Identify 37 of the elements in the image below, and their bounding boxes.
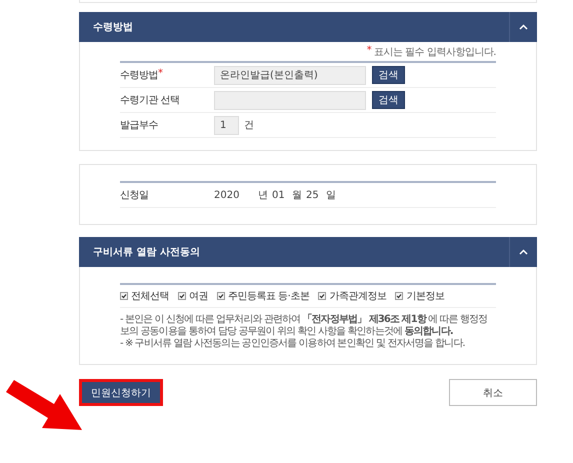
required-note: 표시는 필수 입력사항입니다. (374, 47, 496, 58)
checkbox-label: 주민등록표 등·초본 (228, 290, 310, 303)
date-unit: 일 (326, 189, 337, 202)
checkbox[interactable] (217, 292, 225, 300)
consent-note: - 본인은 이 신청에 따른 업무처리와 관련하여 「전자정부법」 제36조 제1항 에 따른 행정정보의 공동이용을 통하여 담당 공무원이 위의 확인 사항을 확인하는것에 동의합니다. (120, 314, 488, 338)
collapse-icon (519, 249, 528, 255)
cancel-button[interactable]: 취소 (449, 379, 537, 406)
pointer-arrow-icon (4, 378, 84, 433)
date-value: 2020 (214, 190, 240, 200)
field-label: 수령방법* (120, 68, 164, 82)
checkbox[interactable] (318, 292, 326, 300)
date-value: 01 (272, 190, 286, 200)
checkbox-label: 여권 (189, 290, 208, 303)
checkbox[interactable] (178, 292, 186, 300)
section-title: 수령방법 (92, 21, 133, 34)
field-label: 발급부수 (120, 119, 159, 132)
required-mark: * (366, 45, 372, 56)
unit-label: 건 (244, 119, 254, 132)
field-label: 수령기관 선택 (120, 94, 181, 107)
input-field[interactable] (214, 90, 366, 110)
date-unit: 월 (292, 189, 303, 202)
consent-note: - ※ 구비서류 열람 사전동의는 공인인증서를 이용하여 본인확인 및 전자서명을 합니다. (120, 338, 466, 350)
search-button[interactable]: 검색 (372, 91, 405, 109)
input-field[interactable]: 온라인발급(본인출력) (214, 66, 366, 84)
input-field[interactable]: 1 (214, 116, 239, 134)
submit-button[interactable]: 민원신청하기 (79, 379, 163, 406)
checkbox-label: 전체선택 (131, 290, 169, 303)
checkbox-label: 가족관계정보 (329, 290, 386, 303)
section-title: 구비서류 열람 사전동의 (92, 246, 200, 259)
search-button[interactable]: 검색 (372, 66, 405, 84)
field-label: 신청일 (120, 189, 150, 202)
collapse-icon (519, 24, 528, 30)
checkbox-label: 기본정보 (406, 290, 444, 303)
date-unit: 년 (258, 189, 269, 202)
checkbox[interactable] (395, 292, 404, 300)
checkbox[interactable] (120, 292, 128, 300)
date-value: 25 (306, 190, 320, 200)
